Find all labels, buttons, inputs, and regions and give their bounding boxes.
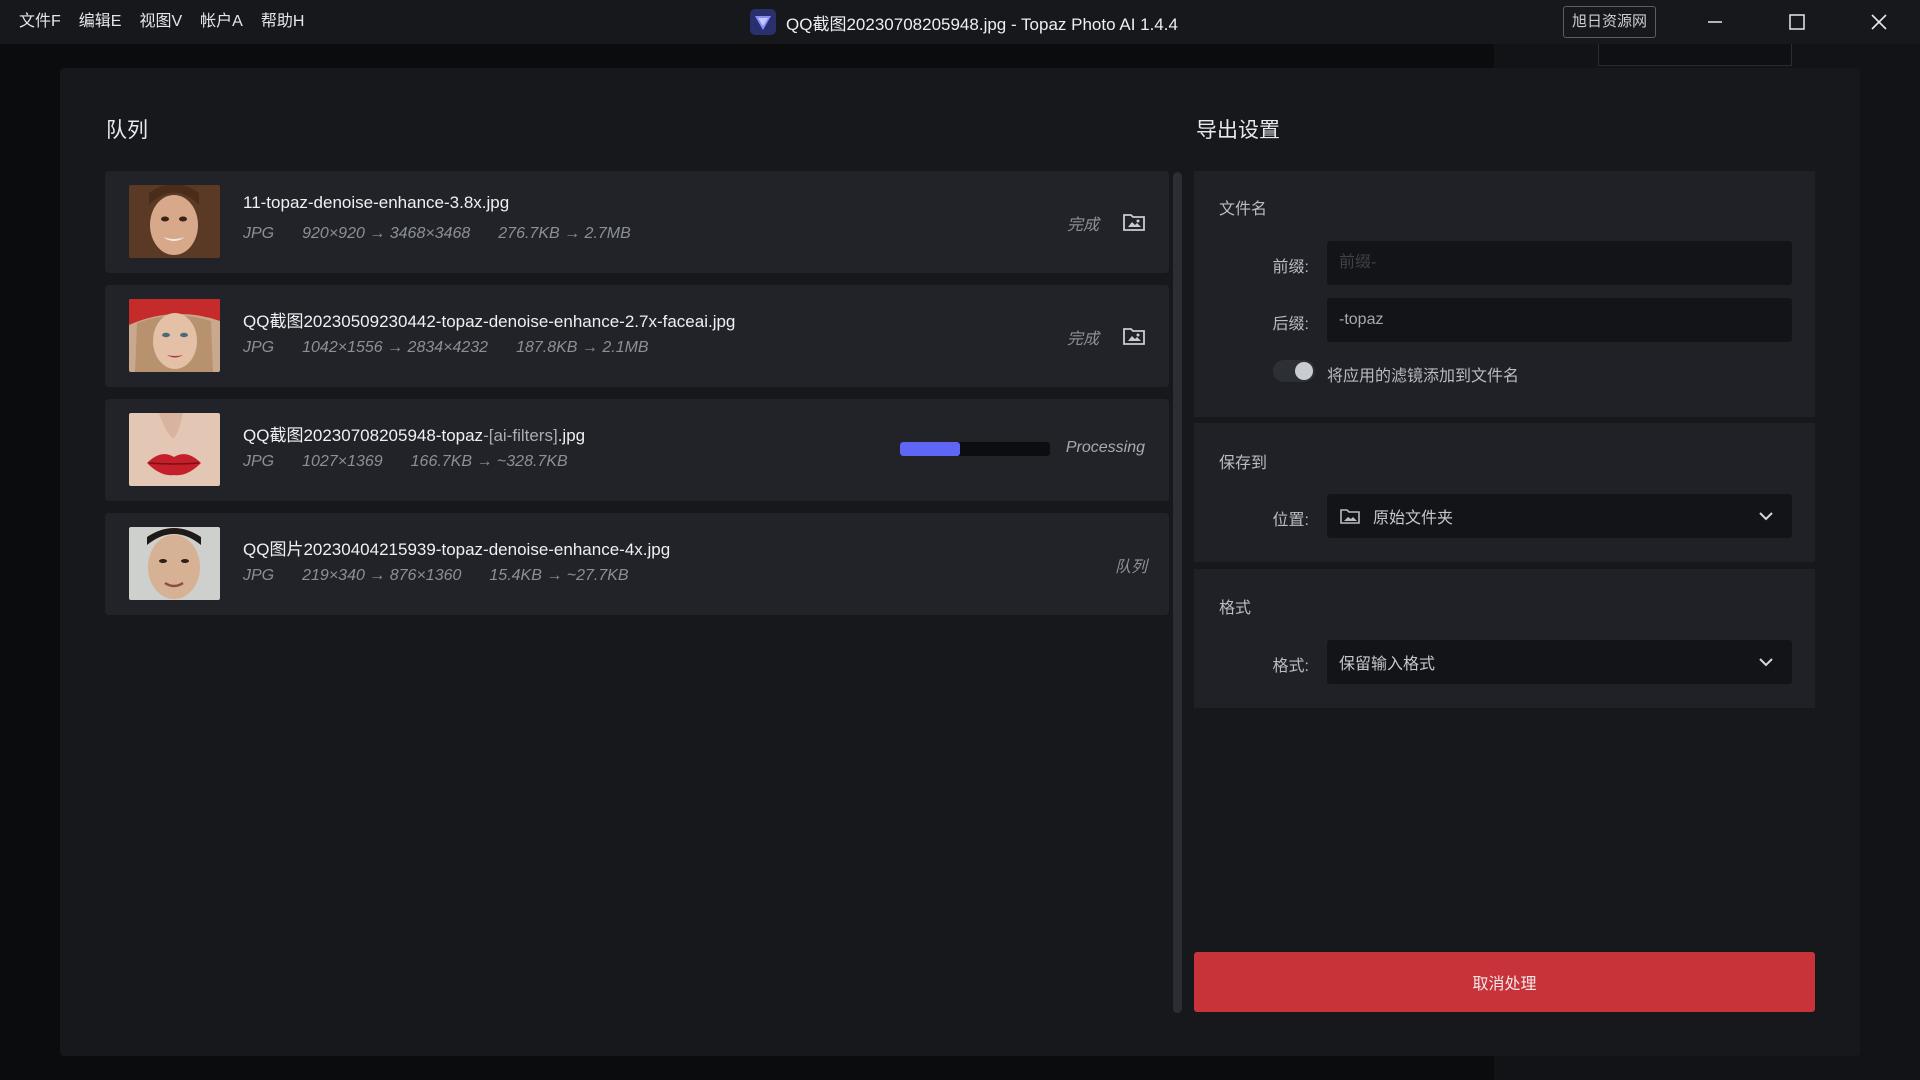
toggle-knob xyxy=(1295,362,1313,380)
queue-item-name: QQ截图20230708205948-topaz-[ai-filters].jp… xyxy=(243,421,585,446)
export-settings-title: 导出设置 xyxy=(1196,119,1280,142)
location-select-value: 原始文件夹 xyxy=(1373,510,1454,527)
minimize-button[interactable] xyxy=(1674,0,1756,44)
thumbnail-lips xyxy=(129,413,220,486)
format-label: 格式: xyxy=(1272,658,1309,675)
queue-item-name-base: QQ截图20230708205948-topaz xyxy=(243,426,484,445)
cancel-processing-button[interactable]: 取消处理 xyxy=(1194,952,1815,1012)
queue-item-status: 完成 xyxy=(1066,217,1099,234)
queue-item-status: 完成 xyxy=(1066,331,1099,348)
queue-item-dimensions: 1027×1369 xyxy=(302,453,383,470)
menu-help[interactable]: 帮助H xyxy=(252,0,314,44)
add-filters-toggle[interactable] xyxy=(1273,360,1315,382)
queue-item-format: JPG xyxy=(243,567,275,584)
queue-item-dimensions: 219×340 → 876×1360 xyxy=(302,567,462,584)
queue-item-meta: JPG 1042×1556 → 2834×4232 187.8KB → 2.1M… xyxy=(243,339,677,357)
background-tab xyxy=(1598,44,1792,66)
save-to-panel: 保存到 位置: 原始文件夹 xyxy=(1194,423,1815,562)
minimize-icon xyxy=(1708,21,1722,23)
format-panel: 格式 格式: 保留输入格式 xyxy=(1194,569,1815,708)
menu-account[interactable]: 帐户A xyxy=(191,0,252,44)
menu-file[interactable]: 文件F xyxy=(10,0,70,44)
queue-item[interactable]: QQ截图20230509230442-topaz-denoise-enhance… xyxy=(105,285,1169,387)
title-bar: 文件F 编辑E 视图V 帐户A 帮助H QQ截图20230708205948.j… xyxy=(0,0,1920,44)
filename-panel: 文件名 前缀: 前缀- 后缀: -topaz 将应用的滤镜添加到文件名 xyxy=(1194,171,1815,417)
save-to-section-title: 保存到 xyxy=(1219,455,1268,472)
queue-item-meta: JPG 219×340 → 876×1360 15.4KB → ~27.7KB xyxy=(243,567,657,585)
format-select[interactable]: 保留输入格式 xyxy=(1327,640,1792,684)
close-button[interactable] xyxy=(1838,0,1920,44)
queue-item-name-filter-suffix: -[ai-filters] xyxy=(483,426,558,445)
maximize-icon xyxy=(1789,14,1805,30)
add-filters-toggle-label: 将应用的滤镜添加到文件名 xyxy=(1327,368,1520,385)
queue-item-format: JPG xyxy=(243,339,275,356)
topaz-logo-icon xyxy=(750,9,777,35)
queue-item-name: QQ截图20230509230442-topaz-denoise-enhance… xyxy=(243,312,736,331)
queue-item[interactable]: 11-topaz-denoise-enhance-3.8x.jpg JPG 92… xyxy=(105,171,1169,273)
location-label: 位置: xyxy=(1272,512,1309,529)
suffix-label: 后缀: xyxy=(1272,316,1309,333)
window-title-text: QQ截图20230708205948.jpg - Topaz Photo AI … xyxy=(786,14,1178,34)
location-select[interactable]: 原始文件夹 xyxy=(1327,494,1792,538)
queue-item-name: QQ图片20230404215939-topaz-denoise-enhance… xyxy=(243,540,671,559)
maximize-button[interactable] xyxy=(1756,0,1838,44)
queue-item-dimensions: 1042×1556 → 2834×4232 xyxy=(302,339,489,356)
queue-scrollbar[interactable] xyxy=(1173,172,1182,1013)
chevron-down-icon xyxy=(1759,658,1773,667)
queue-item-meta: JPG 1027×1369 166.7KB → ~328.7KB xyxy=(243,453,596,471)
close-icon xyxy=(1871,14,1887,30)
processing-progress-bar xyxy=(900,442,1050,456)
resource-badge-button[interactable]: 旭日资源网 xyxy=(1562,6,1656,38)
filename-section-title: 文件名 xyxy=(1219,201,1268,218)
export-dialog: 队列 11-topaz-denoise-enhance-3.8x.jpg JPG… xyxy=(60,68,1860,1056)
menu-edit[interactable]: 编辑E xyxy=(70,0,131,44)
menu-bar: 文件F 编辑E 视图V 帐户A 帮助H xyxy=(10,0,313,44)
queue-item-name-ext: .jpg xyxy=(557,426,586,445)
queue-item-status: Processing xyxy=(1065,439,1145,456)
queue-item-name: 11-topaz-denoise-enhance-3.8x.jpg xyxy=(243,193,510,212)
format-select-value: 保留输入格式 xyxy=(1339,656,1436,673)
queue-item[interactable]: QQ图片20230404215939-topaz-denoise-enhance… xyxy=(105,513,1169,615)
progress-fill xyxy=(900,442,960,456)
thumbnail-face-man xyxy=(129,527,220,600)
prefix-input[interactable]: 前缀- xyxy=(1327,241,1792,285)
queue-item-dimensions: 920×920 → 3468×3468 xyxy=(302,225,471,242)
thumbnail-face-smile xyxy=(129,185,220,258)
open-folder-icon[interactable] xyxy=(1121,322,1147,348)
queue-item[interactable]: QQ截图20230708205948-topaz-[ai-filters].jp… xyxy=(105,399,1169,501)
queue-item-size: 15.4KB → ~27.7KB xyxy=(489,567,629,584)
open-folder-icon[interactable] xyxy=(1121,208,1147,234)
menu-view[interactable]: 视图V xyxy=(130,0,191,44)
chevron-down-icon xyxy=(1759,512,1773,521)
queue-item-format: JPG xyxy=(243,453,275,470)
window-controls: 旭日资源网 xyxy=(1562,0,1920,44)
thumbnail-face-red-hat xyxy=(129,299,220,372)
queue-item-size: 166.7KB → ~328.7KB xyxy=(410,453,568,470)
folder-icon xyxy=(1340,509,1360,524)
queue-item-format: JPG xyxy=(243,225,275,242)
suffix-input[interactable]: -topaz xyxy=(1327,298,1792,342)
queue-list: 11-topaz-denoise-enhance-3.8x.jpg JPG 92… xyxy=(105,171,1169,627)
queue-item-size: 276.7KB → 2.7MB xyxy=(498,225,631,242)
queue-item-size: 187.8KB → 2.1MB xyxy=(516,339,649,356)
queue-item-meta: JPG 920×920 → 3468×3468 276.7KB → 2.7MB xyxy=(243,225,659,243)
prefix-label: 前缀: xyxy=(1272,259,1309,276)
queue-item-status: 队列 xyxy=(1114,559,1147,576)
format-section-title: 格式 xyxy=(1219,600,1252,617)
queue-title: 队列 xyxy=(106,119,148,142)
